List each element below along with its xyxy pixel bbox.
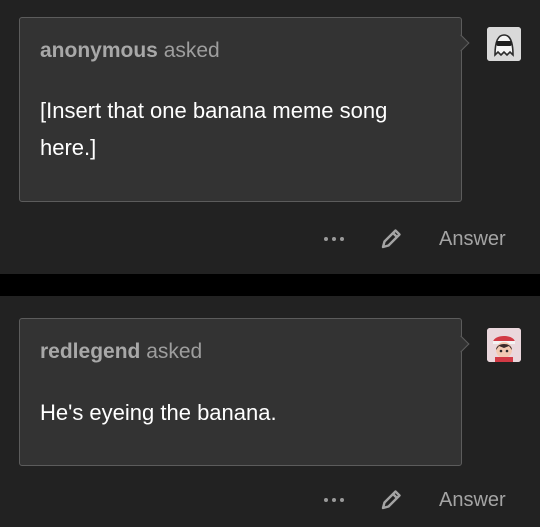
post-actions: Answer bbox=[0, 485, 540, 515]
pencil-icon[interactable] bbox=[378, 226, 404, 252]
asked-label: asked bbox=[146, 340, 203, 363]
question-bubble: redlegend asked He's eyeing the banana. bbox=[19, 318, 462, 466]
more-dots-icon[interactable] bbox=[318, 230, 350, 248]
ask-post: anonymous asked [Insert that one banana … bbox=[0, 0, 540, 274]
answer-button[interactable]: Answer bbox=[439, 489, 506, 512]
post-actions: Answer bbox=[0, 224, 540, 254]
pencil-icon[interactable] bbox=[378, 487, 404, 513]
question-bubble: anonymous asked [Insert that one banana … bbox=[19, 17, 462, 202]
answer-button[interactable]: Answer bbox=[439, 228, 506, 251]
asked-label: asked bbox=[163, 39, 220, 62]
question-text: [Insert that one banana meme song here.] bbox=[40, 98, 388, 160]
asker-name[interactable]: anonymous bbox=[40, 39, 158, 62]
post-separator bbox=[0, 274, 540, 296]
asker-line: redlegend asked bbox=[40, 340, 202, 364]
asker-name[interactable]: redlegend bbox=[40, 340, 140, 363]
user-avatar[interactable] bbox=[487, 328, 521, 362]
asker-line: anonymous asked bbox=[40, 39, 220, 63]
anonymous-ghost-icon[interactable] bbox=[487, 27, 521, 61]
question-text: He's eyeing the banana. bbox=[40, 400, 277, 425]
more-dots-icon[interactable] bbox=[318, 491, 350, 509]
ask-post: redlegend asked He's eyeing the banana. … bbox=[0, 296, 540, 527]
